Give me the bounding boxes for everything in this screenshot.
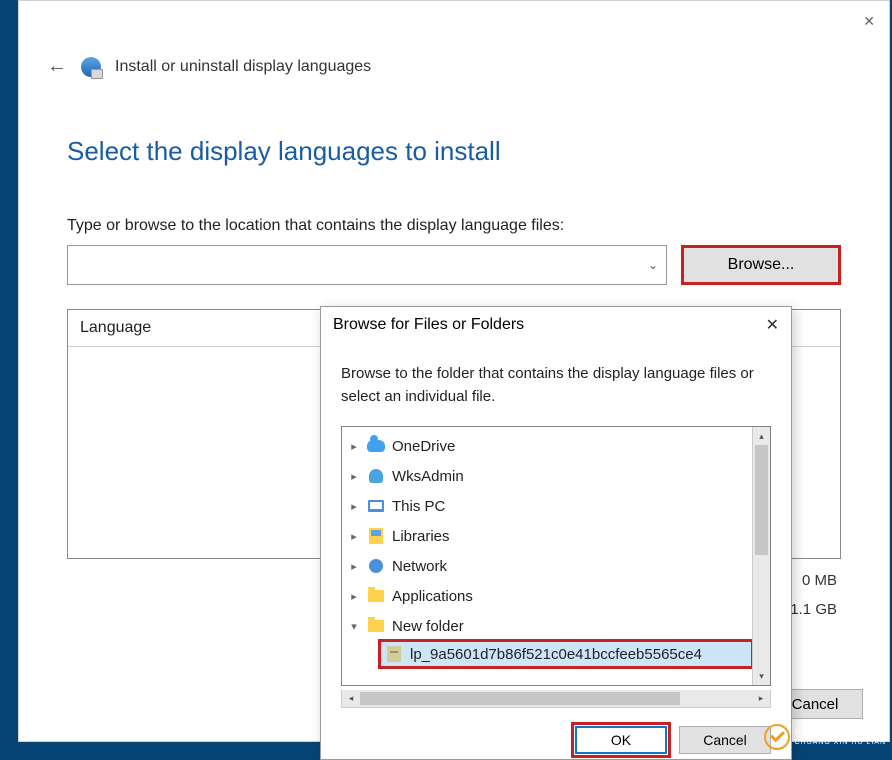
chevron-right-icon[interactable]: ▸ [348,470,360,483]
tree-item-applications[interactable]: ▸ Applications [342,581,752,611]
scroll-down-icon[interactable]: ▾ [753,667,770,685]
user-icon [366,467,386,485]
browse-button[interactable]: Browse... [681,245,841,285]
path-input[interactable]: ⌄ [67,245,667,285]
chevron-right-icon[interactable]: ▸ [348,530,360,543]
watermark-py: CHUANG XIN HU LIAN [794,739,886,747]
scroll-up-icon[interactable]: ▴ [753,427,770,445]
scroll-right-icon[interactable]: ▸ [752,690,770,707]
dialog-cancel-button[interactable]: Cancel [679,726,771,754]
close-icon[interactable]: ✕ [863,13,875,30]
path-row: ⌄ Browse... [67,245,841,285]
folder-icon [366,617,386,635]
tree-label: lp_9a5601d7b86f521c0e41bccfeeb5565ce4 [410,646,702,663]
tree-label: WksAdmin [392,468,464,485]
dialog-instruction: Browse to the folder that contains the d… [321,339,791,418]
tree-list[interactable]: ▸ OneDrive ▸ WksAdmin ▸ This PC ▸ Librar… [342,427,752,685]
watermark-check-icon [764,724,790,750]
watermark-cn: 创新互联 [794,727,886,739]
tree-item-selected[interactable]: lp_9a5601d7b86f521c0e41bccfeeb5565ce4 [380,641,752,667]
header-row: ← Install or uninstall display languages [19,41,889,78]
dialog-title: Browse for Files or Folders [333,316,524,334]
globe-icon [81,57,101,77]
network-icon [366,557,386,575]
chevron-right-icon[interactable]: ▸ [348,560,360,573]
libraries-icon [366,527,386,545]
tree-item-onedrive[interactable]: ▸ OneDrive [342,431,752,461]
chevron-right-icon[interactable]: ▸ [348,590,360,603]
scroll-left-icon[interactable]: ◂ [342,690,360,707]
chevron-right-icon[interactable]: ▸ [348,500,360,513]
dialog-close-icon[interactable]: ✕ [766,315,779,335]
watermark: 创新互联 CHUANG XIN HU LIAN [764,724,886,750]
ok-button[interactable]: OK [575,726,667,754]
window-title: Install or uninstall display languages [115,58,371,76]
dropdown-icon[interactable]: ⌄ [648,258,658,272]
tree-item-libraries[interactable]: ▸ Libraries [342,521,752,551]
pc-icon [366,497,386,515]
tree-item-network[interactable]: ▸ Network [342,551,752,581]
folder-tree: ▸ OneDrive ▸ WksAdmin ▸ This PC ▸ Librar… [341,426,771,686]
browse-dialog: Browse for Files or Folders ✕ Browse to … [320,306,792,760]
watermark-text: 创新互联 CHUANG XIN HU LIAN [794,727,886,747]
tree-item-thispc[interactable]: ▸ This PC [342,491,752,521]
folder-icon [366,587,386,605]
tree-item-wksadmin[interactable]: ▸ WksAdmin [342,461,752,491]
back-arrow-icon[interactable]: ← [47,55,67,78]
tree-item-newfolder[interactable]: ▾ New folder [342,611,752,641]
titlebar: ✕ [19,1,889,41]
instruction-text: Type or browse to the location that cont… [67,217,841,235]
chevron-down-icon[interactable]: ▾ [348,620,360,633]
tree-label: This PC [392,498,445,515]
chevron-right-icon[interactable]: ▸ [348,440,360,453]
tree-label: Libraries [392,528,450,545]
horizontal-scrollbar[interactable]: ◂ ▸ [341,690,771,708]
tree-label: New folder [392,618,464,635]
dialog-buttons: OK Cancel [321,716,791,754]
tree-label: Applications [392,588,473,605]
scroll-thumb[interactable] [360,692,680,705]
page-heading: Select the display languages to install [67,136,841,167]
dialog-titlebar: Browse for Files or Folders ✕ [321,307,791,339]
archive-icon [384,645,404,663]
scroll-thumb[interactable] [755,445,768,555]
tree-label: Network [392,558,447,575]
cloud-icon [366,437,386,455]
vertical-scrollbar[interactable]: ▴ ▾ [752,427,770,685]
tree-label: OneDrive [392,438,455,455]
